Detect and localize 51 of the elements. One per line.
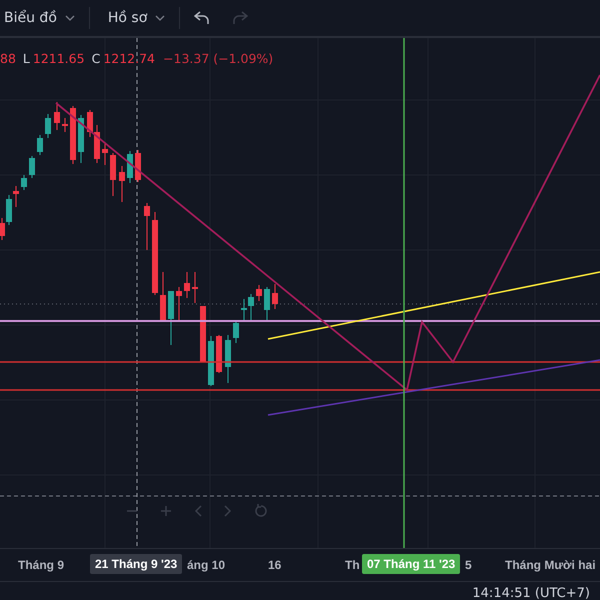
candlestick bbox=[110, 152, 116, 196]
candlestick bbox=[37, 134, 43, 156]
candlestick bbox=[176, 286, 182, 322]
cursor-date-label: 07 Tháng 11 '23 bbox=[362, 554, 460, 574]
candlestick bbox=[184, 272, 190, 298]
undo-icon[interactable] bbox=[194, 11, 210, 25]
axis-label: áng 10 bbox=[187, 558, 226, 572]
candlestick bbox=[264, 286, 270, 322]
axis-label: Tháng Mười hai bbox=[505, 558, 596, 572]
menu-button[interactable]: Biểu đồ bbox=[0, 3, 89, 33]
candlestick bbox=[233, 320, 239, 344]
candlestick bbox=[192, 272, 198, 304]
scroll-right-icon[interactable] bbox=[224, 505, 232, 517]
candlestick bbox=[208, 336, 214, 386]
clock-text: 14:14:51 (UTC+7) bbox=[472, 587, 590, 600]
candlestick bbox=[102, 142, 108, 166]
candlestick bbox=[225, 334, 231, 384]
candlestick bbox=[160, 272, 166, 322]
candlestick bbox=[21, 174, 27, 190]
axis-label: 5 bbox=[465, 558, 472, 572]
legend-value: 1211.65 bbox=[32, 51, 85, 66]
axis-label: 16 bbox=[268, 558, 282, 572]
candlestick bbox=[54, 102, 60, 130]
axis-label: Tháng 9 bbox=[18, 558, 64, 572]
chevron-icon bbox=[155, 15, 166, 21]
scroll-left-icon[interactable] bbox=[194, 505, 202, 517]
candlestick bbox=[62, 118, 68, 132]
legend-key: L bbox=[22, 51, 30, 66]
reset-icon[interactable] bbox=[254, 504, 268, 518]
candlestick bbox=[168, 290, 174, 346]
candlestick bbox=[272, 284, 278, 310]
candlestick bbox=[144, 202, 150, 250]
candlestick bbox=[127, 150, 133, 184]
axis-label: Th bbox=[345, 558, 360, 572]
legend-value: 1212.74 bbox=[103, 51, 156, 66]
zoom-in-icon[interactable] bbox=[160, 505, 172, 517]
candlestick bbox=[29, 156, 35, 178]
legend-value: 88 bbox=[0, 51, 16, 66]
crosshair-label: 21 Tháng 9 '23 bbox=[90, 554, 182, 574]
candlestick bbox=[78, 114, 84, 164]
legend-key: C bbox=[92, 51, 100, 66]
chevron-icon bbox=[64, 15, 75, 21]
legend-change: −13.37 (−1.09%) bbox=[163, 51, 274, 66]
candlestick bbox=[70, 106, 76, 164]
candlestick bbox=[256, 284, 262, 302]
candlestick bbox=[200, 306, 206, 362]
candlestick bbox=[135, 150, 141, 182]
candlestick bbox=[216, 334, 222, 374]
candlestick bbox=[45, 114, 51, 138]
candlestick bbox=[119, 166, 125, 202]
menu-button[interactable]: Hồ sơ bbox=[104, 3, 180, 33]
